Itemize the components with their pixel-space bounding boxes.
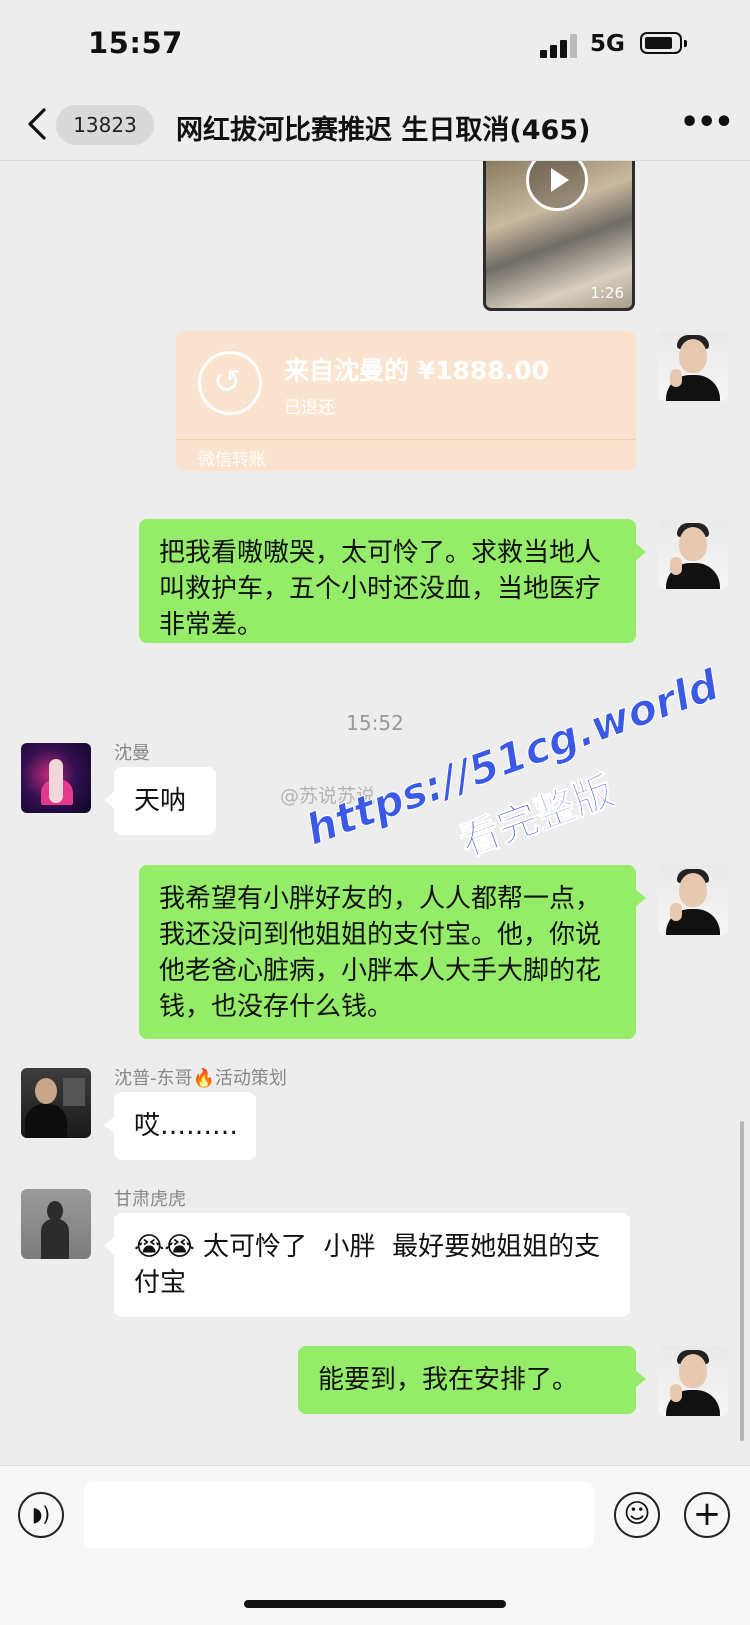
network-type: 5G [590,31,625,57]
status-bar: 15:57 5G [0,0,750,92]
more-icon[interactable]: ••• [680,108,734,140]
transfer-divider [176,439,636,440]
transfer-amount: 来自沈曼的 ¥1888.00 [284,356,549,385]
return-icon [198,351,262,415]
battery-icon [640,32,687,54]
scrollbar[interactable] [740,1121,744,1441]
chat-title: 网红拔河比赛推迟 生日取消(465) [176,115,591,146]
unread-count-badge[interactable]: 13823 [56,105,154,145]
message-bubble[interactable]: 天呐 [104,767,216,835]
voice-icon[interactable]: ◗) [18,1492,64,1538]
back-arrow-icon[interactable] [24,104,54,144]
my-avatar[interactable] [658,865,728,935]
my-avatar[interactable] [658,519,728,589]
sender-name: 沈曼 [114,743,150,764]
message-bubble[interactable]: 哎……… [104,1092,256,1160]
signal-icon [540,34,578,58]
play-icon[interactable] [526,161,588,211]
emoji-icon[interactable]: ☺ [614,1492,660,1538]
gansu-avatar[interactable] [21,1189,91,1259]
my-avatar[interactable] [658,331,728,401]
message-bubble[interactable]: 能要到，我在安排了。 [298,1346,646,1414]
plus-icon[interactable]: + [684,1492,730,1538]
sender-name: 沈普-东哥🔥活动策划 [114,1068,287,1089]
message-bubble[interactable]: 我希望有小胖好友的，人人都帮一点，我还没问到他姐姐的支付宝。他，你说他老爸心脏病… [139,865,646,1039]
video-duration: 1:26 [590,284,624,302]
message-list[interactable]: 1:26 来自沈曼的 ¥1888.00 已退还 微信转账 把我看嗷嗷哭，太可怜了… [0,161,750,1464]
message-bubble[interactable]: 把我看嗷嗷哭，太可怜了。求救当地人叫救护车，五个小时还没血，当地医疗非常差。 [139,519,646,643]
status-time: 15:57 [88,26,183,60]
home-indicator [244,1600,506,1608]
sender-name: 甘肃虎虎 [114,1189,186,1210]
message-bubble[interactable]: 😭😭 太可怜了 小胖 最好要她姐姐的支付宝 [104,1213,630,1317]
chat-header: 13823 网红拔河比赛推迟 生日取消(465) ••• [0,92,750,161]
message-input[interactable] [84,1482,594,1548]
transfer-card[interactable]: 来自沈曼的 ¥1888.00 已退还 微信转账 [176,331,636,471]
video-message[interactable]: 1:26 [483,161,635,311]
my-avatar[interactable] [658,1346,728,1416]
transfer-status: 已退还 [284,398,335,418]
transfer-label: 微信转账 [198,450,266,470]
dongge-avatar[interactable] [21,1068,91,1138]
shenman-avatar[interactable] [21,743,91,813]
